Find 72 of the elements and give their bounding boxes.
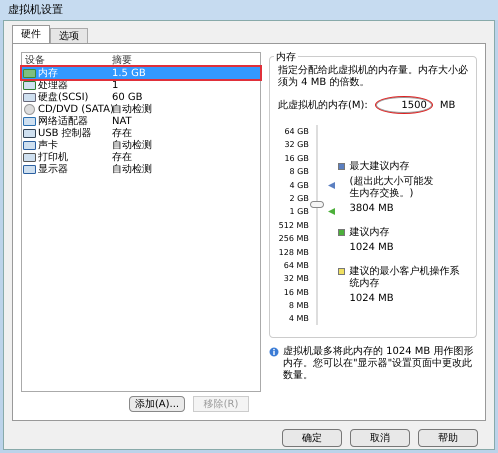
device-icon (23, 152, 36, 162)
device-name: 硬盘(SCSI) (38, 90, 88, 104)
scale-label: 256 MB (278, 233, 309, 246)
tab[interactable]: 硬件 (12, 25, 50, 43)
device-name: 网络适配器 (38, 114, 88, 128)
scale-label: 8 MB (288, 300, 309, 312)
scale-label: 2 GB (288, 192, 309, 205)
device-summary: 存在 (112, 150, 132, 164)
device-icon (23, 104, 36, 114)
legend-value: 3804 MB (349, 203, 395, 215)
device-icon (23, 68, 36, 78)
add-button[interactable]: 添加(A)... (129, 396, 185, 412)
scale-label: 16 MB (282, 286, 309, 299)
device-name: 打印机 (38, 150, 68, 164)
device-row[interactable]: 显示器 自动检测 (22, 163, 260, 175)
unit-label: MB (440, 98, 456, 112)
device-name: 声卡 (38, 138, 58, 152)
device-icon (23, 140, 36, 150)
window-title: 虚拟机设置 (0, 0, 498, 20)
slider-thumb[interactable] (310, 201, 324, 208)
memory-input[interactable]: 1500 (376, 97, 432, 113)
device-icon (23, 128, 36, 138)
legend-title: 建议的最小客户机操作系统内存 (349, 266, 460, 290)
device-summary: 自动检测 (112, 102, 152, 116)
device-name: USB 控制器 (38, 126, 92, 140)
group-title: 内存 (274, 50, 298, 65)
legend-title: 最大建议内存 (349, 161, 410, 173)
legend-value: 1024 MB (349, 293, 395, 305)
column-header: 设备 (24, 54, 46, 68)
device-icon (23, 80, 36, 90)
scale-label: 1 GB (288, 206, 309, 218)
scale-label: 4 MB (288, 313, 309, 326)
dialog-button[interactable]: 确定 (282, 429, 342, 447)
scale-label: 512 MB (278, 220, 309, 232)
scale-label: 4 GB (288, 180, 309, 192)
device-summary: 自动检测 (112, 138, 152, 152)
device-summary: NAT (112, 114, 132, 128)
device-summary: 1.5 GB (112, 66, 146, 80)
device-summary: 自动检测 (112, 162, 152, 176)
tab[interactable]: 选项 (50, 28, 88, 43)
device-row[interactable]: 网络适配器 NAT (22, 115, 260, 127)
description: 指定分配给此虚拟机的内存量。内存大小必须为 4 MB 的倍数。 (278, 65, 468, 89)
device-row[interactable]: 打印机 存在 (22, 151, 260, 163)
device-row[interactable]: 声卡 自动检测 (22, 139, 260, 151)
device-row[interactable]: USB 控制器 存在 (22, 127, 260, 139)
device-row[interactable]: CD/DVD (SATA)自动检测 (22, 103, 260, 115)
legend-value: 1024 MB (349, 242, 394, 254)
device-summary: 1 (112, 78, 118, 92)
device-icon (23, 92, 36, 102)
device-icon (23, 164, 36, 174)
dialog-button[interactable]: 取消 (350, 429, 410, 447)
scale-label: 32 MB (282, 273, 309, 286)
scale-label: 32 GB (283, 139, 309, 152)
scale-label: 64 GB (283, 126, 309, 138)
device-row[interactable]: 硬盘(SCSI) 60 GB (22, 91, 260, 103)
scale-label: 64 MB (282, 260, 309, 272)
device-name: CD/DVD (SATA) (38, 102, 114, 116)
scale-label: 8 GB (288, 166, 309, 178)
scale-label: 16 GB (283, 152, 309, 165)
legend-title: 建议内存 (349, 227, 390, 239)
scale-label: 128 MB (278, 246, 309, 259)
device-name: 显示器 (38, 162, 68, 176)
device-summary: 存在 (112, 126, 132, 140)
device-name: 内存 (38, 66, 58, 80)
device-icon (23, 116, 36, 126)
info-icon (269, 347, 279, 357)
dialog-button[interactable]: 帮助 (418, 429, 478, 447)
legend-note: (超出此大小可能发生内存交换。) (349, 176, 434, 200)
column-header: 摘要 (112, 54, 132, 68)
device-summary: 60 GB (112, 90, 143, 104)
field-label: 此虚拟机的内存(M): (278, 98, 368, 112)
info-text: 虚拟机最多将此内存的 1024 MB 用作图形内存。您可以在"显示器"设置页面中更改此数量。 (283, 346, 474, 382)
